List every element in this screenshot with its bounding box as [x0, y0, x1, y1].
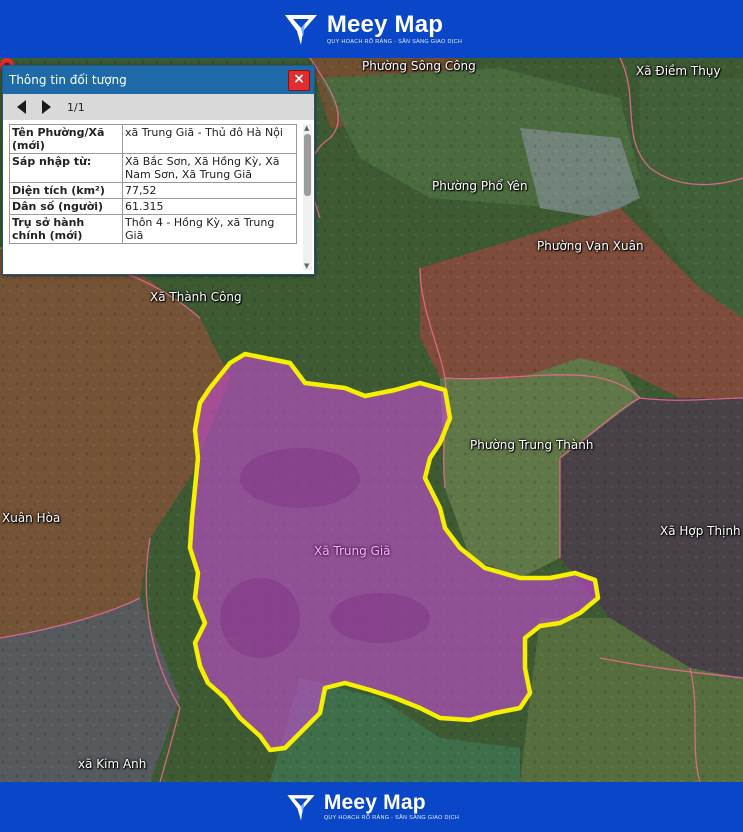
row-value-area: 77,52 — [122, 182, 297, 199]
row-key-merged: Sáp nhập từ: — [9, 153, 123, 183]
brand-tagline-footer: QUY HOẠCH RÕ RÀNG - SẴN SÀNG GIAO DỊCH — [323, 815, 460, 822]
map-label-trung-gia: Xã Trung Giã — [314, 544, 391, 558]
meey-logo-icon — [284, 15, 317, 45]
prev-arrow-icon[interactable] — [13, 98, 31, 116]
brand-logo-footer: Meey Map QUY HOẠCH RÕ RÀNG - SẴN SÀNG GI… — [284, 790, 459, 824]
brand-name-footer: Meey Map — [323, 791, 426, 815]
pager-count: 1/1 — [67, 100, 85, 114]
map-label-van-xuan: Phường Vạn Xuân — [537, 239, 644, 253]
table-row: Trụ sở hành chính (mới) Thôn 4 - Hồng Kỳ… — [9, 214, 297, 244]
info-table: Tên Phường/Xã (mới) xã Trung Giã - Thủ đ… — [9, 124, 297, 244]
row-value-merged: Xã Bắc Sơn, Xã Hồng Kỳ, Xã Nam Sơn, Xã T… — [122, 153, 297, 183]
map-label-pho-yen: Phường Phổ Yên — [432, 179, 528, 193]
table-row: Diện tích (km²) 77,52 — [9, 182, 297, 199]
brand-tagline: QUY HOẠCH RÕ RÀNG - SẴN SÀNG GIAO DỊCH — [326, 38, 463, 45]
close-button[interactable]: × — [288, 70, 310, 91]
info-table-container[interactable]: Tên Phường/Xã (mới) xã Trung Giã - Thủ đ… — [3, 120, 314, 274]
brand-logo: Meey Map QUY HOẠCH RÕ RÀNG - SẴN SÀNG GI… — [281, 9, 462, 49]
row-value-office: Thôn 4 - Hồng Kỳ, xã Trung Giã — [122, 214, 297, 244]
row-value-population: 61.315 — [122, 198, 297, 215]
map-label-trung-thanh: Phường Trung Thành — [470, 438, 594, 452]
map-label-diem-thuy: Xã Điềm Thụy — [636, 64, 721, 78]
scroll-down-icon[interactable]: ▼ — [304, 262, 309, 270]
scroll-up-icon[interactable]: ▲ — [304, 124, 309, 132]
row-key-population: Dân số (người) — [9, 198, 123, 215]
next-arrow-icon[interactable] — [37, 98, 55, 116]
table-row: Sáp nhập từ: Xã Bắc Sơn, Xã Hồng Kỳ, Xã … — [9, 153, 297, 183]
panel-title: Thông tin đối tượng — [9, 73, 127, 87]
scroll-thumb[interactable] — [304, 134, 311, 196]
header-brand-bar: Meey Map QUY HOẠCH RÕ RÀNG - SẴN SÀNG GI… — [0, 0, 743, 58]
table-row: Tên Phường/Xã (mới) xã Trung Giã - Thủ đ… — [9, 124, 297, 154]
panel-scrollbar[interactable]: ▲ ▼ — [303, 124, 312, 270]
footer-brand-bar: Meey Map QUY HOẠCH RÕ RÀNG - SẴN SÀNG GI… — [0, 782, 743, 832]
map-label-thanh-cong: Xã Thành Công — [150, 290, 242, 304]
meey-logo-icon — [287, 795, 315, 821]
pager: 1/1 — [3, 94, 314, 120]
row-key-area: Diện tích (km²) — [9, 182, 123, 199]
map-label-xuan-hoa: Xuân Hòa — [2, 511, 61, 525]
panel-header: Thông tin đối tượng × — [3, 66, 314, 94]
row-key-office: Trụ sở hành chính (mới) — [9, 214, 123, 244]
brand-name: Meey Map — [326, 10, 444, 38]
map-label-hop-thinh: Xã Hợp Thịnh — [660, 524, 741, 538]
row-value-name: xã Trung Giã - Thủ đô Hà Nội — [122, 124, 297, 154]
object-info-panel: Thông tin đối tượng × 1/1 Tên Phường/Xã … — [2, 65, 315, 275]
map-label-kim-anh: xã Kim Anh — [78, 757, 147, 771]
map-label-song-cong: Phường Sông Công — [362, 59, 476, 73]
table-row: Dân số (người) 61.315 — [9, 198, 297, 215]
row-key-name: Tên Phường/Xã (mới) — [9, 124, 123, 154]
